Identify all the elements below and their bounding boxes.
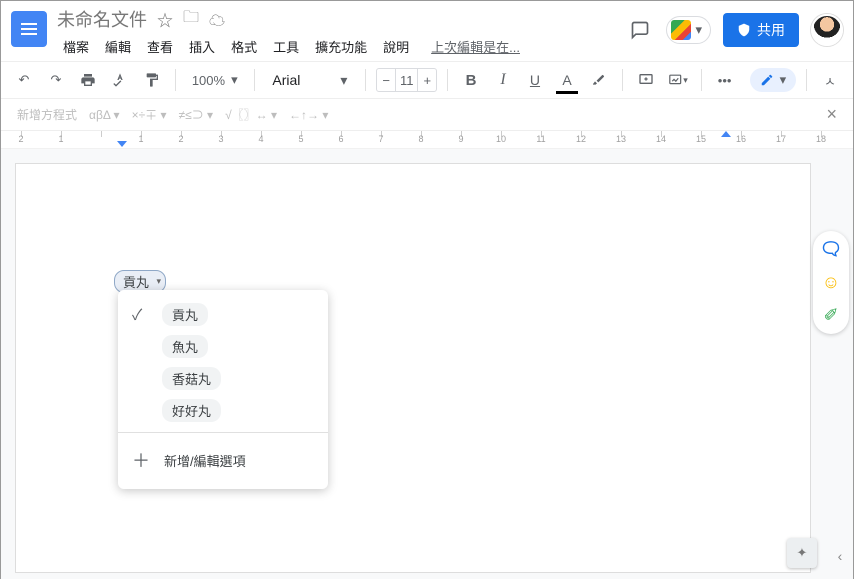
more-button[interactable]: ••• xyxy=(712,67,738,93)
dropdown-option[interactable]: ✓ 貢丸 xyxy=(118,298,328,330)
font-size-decrease[interactable]: − xyxy=(377,69,395,91)
toolbar: ↶ ↷ 100%▾ Arial▾ − 11 + B I U A ▾ ••• ▾ … xyxy=(1,61,853,99)
separator xyxy=(254,69,255,91)
cloud-status-icon[interactable]: ☁ xyxy=(209,7,225,31)
separator xyxy=(175,69,176,91)
menu-format[interactable]: 格式 xyxy=(225,35,263,58)
eq-math[interactable]: √〖〗↔ ▾ xyxy=(225,106,277,123)
move-icon[interactable]: 🗀 xyxy=(183,6,199,33)
option-pill: 香菇丸 xyxy=(162,367,221,390)
font-select[interactable]: Arial▾ xyxy=(264,72,355,89)
font-size-stepper: − 11 + xyxy=(376,68,437,92)
app-header: 未命名文件 ☆ 🗀 ☁ 檔案 編輯 查看 插入 格式 工具 擴充功能 說明 上次… xyxy=(1,1,853,61)
separator xyxy=(701,69,702,91)
suggest-edit-icon[interactable]: ✐ xyxy=(823,305,838,326)
dropdown-option[interactable]: 好好丸 xyxy=(118,394,328,426)
document-title[interactable]: 未命名文件 xyxy=(57,6,147,32)
font-size-increase[interactable]: + xyxy=(418,69,436,91)
font-name: Arial xyxy=(272,72,300,88)
meet-button[interactable]: ▾ xyxy=(666,16,711,44)
dropdown-option[interactable]: 香菇丸 xyxy=(118,362,328,394)
separator xyxy=(118,432,328,433)
separator xyxy=(365,69,366,91)
new-equation-button[interactable]: 新增方程式 xyxy=(17,106,77,123)
add-comment-icon[interactable]: 🗨 xyxy=(820,239,843,260)
hide-sidepanel-button[interactable]: ‹ xyxy=(829,542,851,570)
option-pill: 好好丸 xyxy=(162,399,221,422)
highlight-button[interactable] xyxy=(586,67,612,93)
chip-label: 貢丸 xyxy=(123,272,149,291)
editing-mode-button[interactable]: ▾ xyxy=(750,68,797,92)
undo-button[interactable]: ↶ xyxy=(11,67,37,93)
eq-relations[interactable]: ≠≤⊃ ▾ xyxy=(179,106,214,123)
zoom-select[interactable]: 100%▾ xyxy=(186,72,244,88)
equation-toolbar: 新增方程式 αβΔ ▾ ×÷∓ ▾ ≠≤⊃ ▾ √〖〗↔ ▾ ←↑→ ▾ × xyxy=(1,99,853,131)
eq-greek[interactable]: αβΔ ▾ xyxy=(89,108,120,122)
insert-image-button[interactable]: ▾ xyxy=(665,67,691,93)
plus-icon: ＋ xyxy=(132,447,150,473)
explore-button[interactable]: ✦ xyxy=(787,538,817,568)
close-equation-bar-icon[interactable]: × xyxy=(826,104,837,125)
account-avatar[interactable] xyxy=(811,14,843,46)
meet-logo-icon xyxy=(671,20,691,40)
indent-marker-right[interactable] xyxy=(721,131,731,137)
underline-button[interactable]: U xyxy=(522,67,548,93)
redo-button[interactable]: ↷ xyxy=(43,67,69,93)
font-size-value[interactable]: 11 xyxy=(395,69,418,91)
menu-extensions[interactable]: 擴充功能 xyxy=(309,35,373,58)
add-edit-options[interactable]: ＋ 新增/編輯選項 xyxy=(118,439,328,481)
menu-file[interactable]: 檔案 xyxy=(57,35,95,58)
zoom-value: 100% xyxy=(192,73,225,88)
separator xyxy=(622,69,623,91)
comments-history-icon[interactable] xyxy=(626,16,654,44)
menu-bar: 檔案 編輯 查看 插入 格式 工具 擴充功能 說明 上次編輯是在... xyxy=(57,35,626,58)
title-block: 未命名文件 ☆ 🗀 ☁ 檔案 編輯 查看 插入 格式 工具 擴充功能 說明 上次… xyxy=(57,7,626,58)
indent-marker-top[interactable] xyxy=(117,141,127,147)
share-label: 共用 xyxy=(757,20,785,40)
eq-arrows[interactable]: ←↑→ ▾ xyxy=(289,108,328,122)
star-icon[interactable]: ☆ xyxy=(157,7,173,31)
eq-operators[interactable]: ×÷∓ ▾ xyxy=(132,106,167,123)
chip-dropdown: ✓ 貢丸魚丸香菇丸好好丸 ＋ 新增/編輯選項 xyxy=(118,290,328,489)
menu-help[interactable]: 說明 xyxy=(377,35,415,58)
menu-tools[interactable]: 工具 xyxy=(267,35,305,58)
docs-logo-icon[interactable] xyxy=(11,11,47,47)
separator xyxy=(447,69,448,91)
last-edit-link[interactable]: 上次編輯是在... xyxy=(425,35,526,58)
page[interactable]: 貢丸 ✓ 貢丸魚丸香菇丸好好丸 ＋ 新增/編輯選項 xyxy=(15,163,811,573)
italic-button[interactable]: I xyxy=(490,67,516,93)
emoji-reaction-icon[interactable]: ☺ xyxy=(822,272,840,293)
menu-insert[interactable]: 插入 xyxy=(183,35,221,58)
menu-view[interactable]: 查看 xyxy=(141,35,179,58)
separator xyxy=(806,69,807,91)
document-canvas[interactable]: 貢丸 ✓ 貢丸魚丸香菇丸好好丸 ＋ 新增/編輯選項 xyxy=(1,149,853,579)
share-button[interactable]: 共用 xyxy=(723,13,799,47)
title-row: 未命名文件 ☆ 🗀 ☁ xyxy=(57,7,626,31)
option-pill: 魚丸 xyxy=(162,335,208,358)
ruler[interactable]: 21123456789101112131415161718 xyxy=(1,131,853,149)
print-button[interactable] xyxy=(75,67,101,93)
paint-format-button[interactable] xyxy=(139,67,165,93)
side-comment-rail: 🗨 ☺ ✐ xyxy=(813,231,849,334)
chevron-down-icon: ▾ xyxy=(695,22,702,38)
collapse-toolbar-button[interactable]: ㅅ xyxy=(817,67,843,93)
dropdown-option[interactable]: 魚丸 xyxy=(118,330,328,362)
header-right: ▾ 共用 xyxy=(626,13,843,47)
menu-edit[interactable]: 編輯 xyxy=(99,35,137,58)
option-pill: 貢丸 xyxy=(162,303,208,326)
spellcheck-button[interactable] xyxy=(107,67,133,93)
check-icon: ✓ xyxy=(132,304,150,325)
insert-comment-button[interactable] xyxy=(633,67,659,93)
bold-button[interactable]: B xyxy=(458,67,484,93)
text-color-button[interactable]: A xyxy=(554,67,580,93)
add-edit-label: 新增/編輯選項 xyxy=(164,451,246,470)
